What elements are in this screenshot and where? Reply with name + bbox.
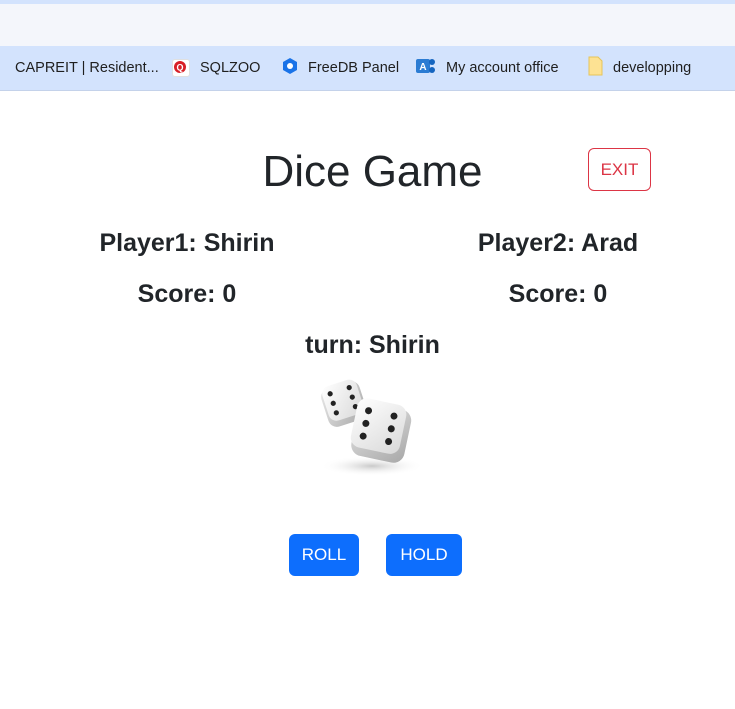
player2-name: Player2: Arad — [477, 229, 639, 257]
svg-text:Q: Q — [176, 63, 183, 73]
dice-image — [312, 374, 428, 480]
bookmark-label: developping — [613, 60, 692, 76]
player1-score: Score: 0 — [137, 280, 237, 308]
bookmark-label: CAPREIT | Resident... — [15, 60, 159, 76]
bookmark-sqlzoo[interactable]: Q SQLZOO — [172, 46, 260, 90]
roll-button[interactable]: ROLL — [289, 534, 359, 576]
player1-name: Player1: Shirin — [99, 229, 275, 257]
browser-address-area — [0, 4, 735, 46]
freedb-icon — [282, 57, 298, 79]
turn-indicator: turn: Shirin — [305, 331, 440, 359]
bookmark-label: FreeDB Panel — [308, 60, 400, 76]
hold-button[interactable]: HOLD — [386, 534, 462, 576]
folder-icon — [587, 56, 603, 80]
sqlzoo-icon: Q — [172, 59, 190, 77]
office-icon: A — [416, 57, 436, 79]
exit-button[interactable]: EXIT — [588, 148, 651, 191]
bookmark-folder-developping[interactable]: developping — [587, 46, 691, 90]
svg-text:A: A — [419, 62, 426, 73]
bookmark-label: My account office — [446, 60, 559, 76]
bookmark-freedb[interactable]: FreeDB Panel — [282, 46, 399, 90]
bookmark-capreit[interactable]: CAPREIT | Resident... — [0, 46, 159, 90]
bookmarks-bar: CAPREIT | Resident... Q SQLZOO FreeDB Pa… — [0, 46, 735, 91]
game-page: Dice Game EXIT Player1: Shirin Player2: … — [0, 91, 735, 709]
player2-score: Score: 0 — [508, 280, 608, 308]
bookmark-label: SQLZOO — [200, 60, 261, 76]
bookmark-office[interactable]: A My account office — [416, 46, 559, 90]
